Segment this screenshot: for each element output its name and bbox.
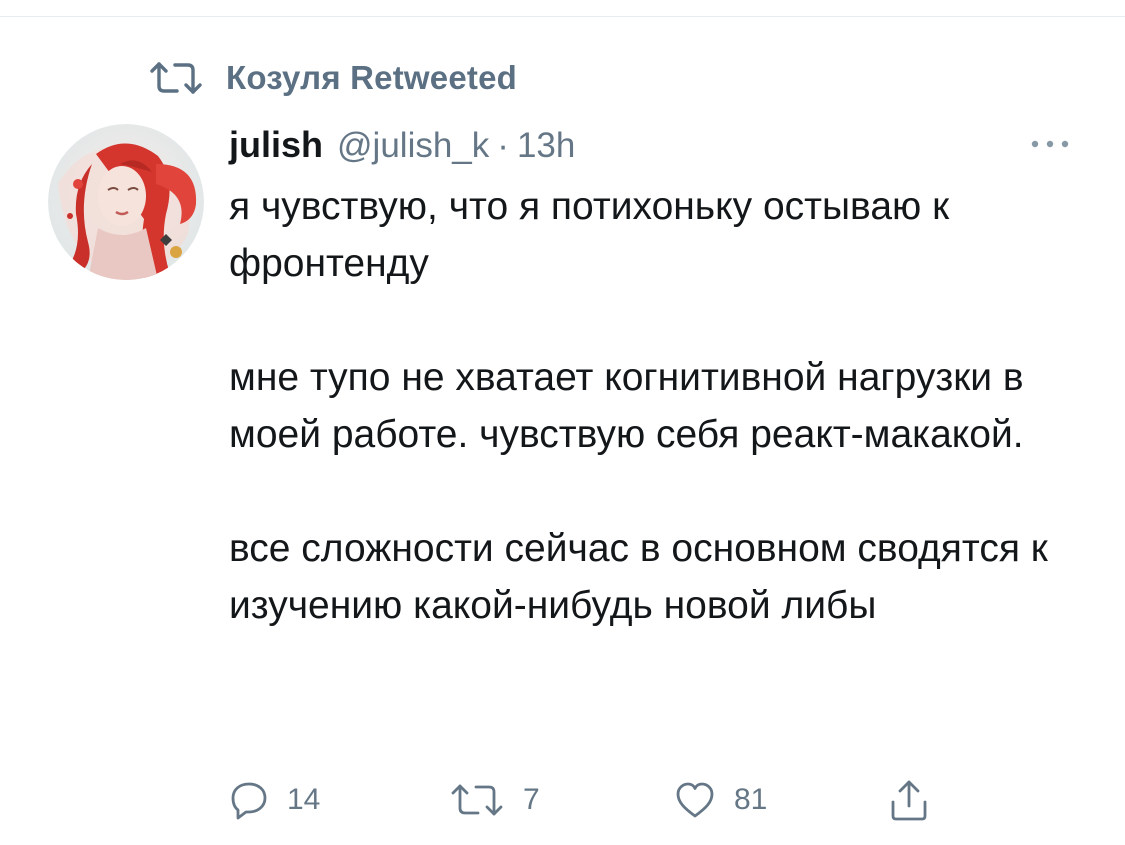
tweet-paragraph: я чувствую, что я потихоньку остываю к ф… [229,185,950,285]
more-options-button[interactable] [1022,130,1078,158]
heart-icon [674,780,716,820]
tweet-text: я чувствую, что я потихоньку остываю к ф… [229,178,1079,634]
like-count: 81 [734,783,768,816]
header-separator: · [497,126,509,165]
retweet-count: 7 [523,783,540,816]
tweet-paragraph: все сложности сейчас в основном сводятся… [229,527,1048,627]
avatar[interactable] [48,124,204,280]
retweeted-by-label[interactable]: Козуля Retweeted [226,59,517,97]
author-name[interactable]: julish [229,124,323,166]
reply-icon [229,780,269,820]
retweet-icon [449,782,505,818]
more-horizontal-icon [1030,139,1070,149]
retweet-context[interactable]: Козуля Retweeted [148,58,517,98]
share-icon [889,778,929,822]
tweet-paragraph: мне тупо не хватает когнитивной нагрузки… [229,356,1024,456]
author-handle[interactable]: @julish_k [337,126,489,166]
reply-button[interactable]: 14 [229,775,320,825]
like-button[interactable]: 81 [674,775,767,825]
tweet-actions: 14 7 81 [229,775,1009,825]
tweet-timestamp[interactable]: 13h [517,126,575,166]
share-button[interactable] [889,775,929,825]
retweet-icon [148,60,204,96]
reply-count: 14 [287,783,321,816]
tweet-header: julish @julish_k · 13h [229,124,575,170]
retweet-button[interactable]: 7 [449,775,540,825]
top-divider [0,16,1125,17]
